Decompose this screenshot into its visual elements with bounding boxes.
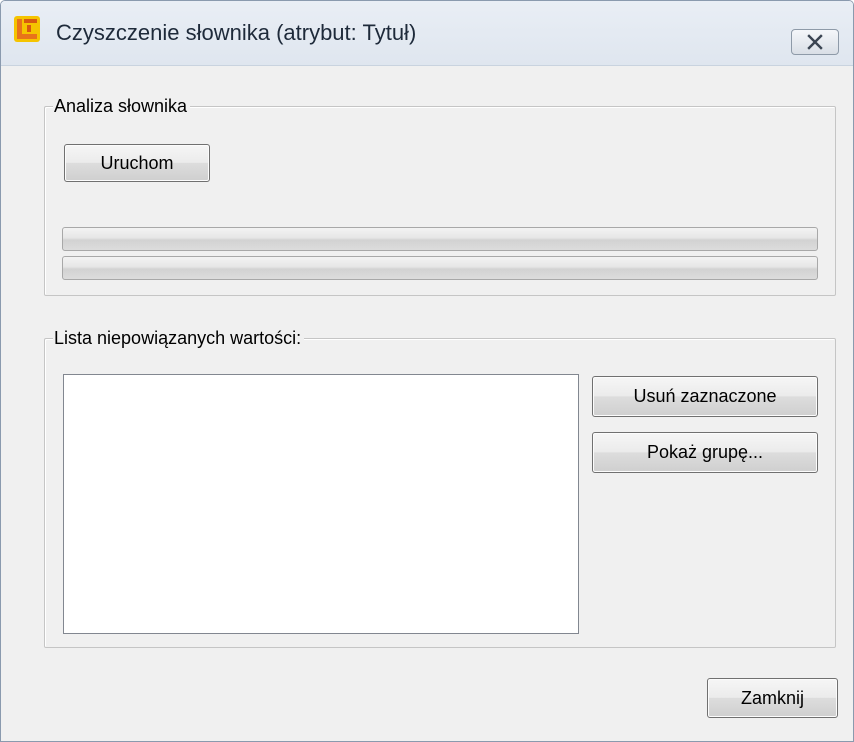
dialog-content: Analiza słownika Uruchom Lista niepowiąz… — [7, 66, 847, 741]
delete-selected-button[interactable]: Usuń zaznaczone — [592, 376, 818, 417]
unlinked-values-groupbox: Lista niepowiązanych wartości: Usuń zazn… — [44, 326, 836, 648]
show-group-button[interactable]: Pokaż grupę... — [592, 432, 818, 473]
progress-bar-2 — [62, 256, 818, 280]
close-icon — [807, 34, 823, 50]
close-window-button[interactable] — [791, 29, 839, 55]
analysis-groupbox: Analiza słownika Uruchom — [44, 94, 836, 296]
dialog-window: Czyszczenie słownika (atrybut: Tytuł) An… — [0, 0, 854, 742]
close-button[interactable]: Zamknij — [707, 678, 838, 718]
title-bar[interactable]: Czyszczenie słownika (atrybut: Tytuł) — [1, 1, 853, 66]
analysis-group-legend: Analiza słownika — [53, 94, 191, 118]
app-logo-icon — [14, 16, 40, 42]
unlinked-values-group-legend: Lista niepowiązanych wartości: — [53, 326, 305, 350]
window-title: Czyszczenie słownika (atrybut: Tytuł) — [56, 20, 417, 45]
progress-bar-1 — [62, 227, 818, 251]
run-button[interactable]: Uruchom — [64, 144, 210, 182]
unlinked-values-list[interactable] — [63, 374, 579, 634]
